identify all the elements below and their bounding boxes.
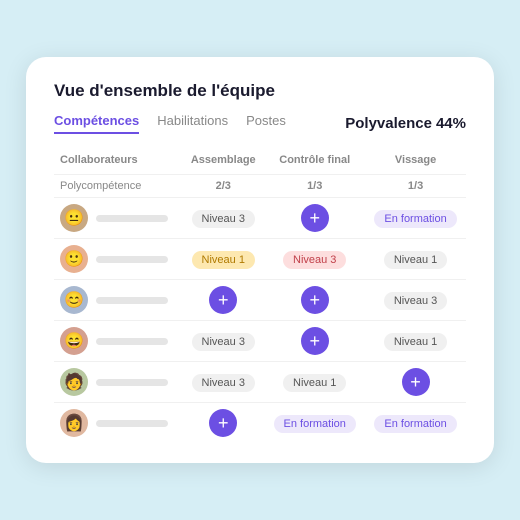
user-name-bar — [96, 297, 168, 304]
level-badge: Niveau 1 — [384, 251, 447, 269]
polycomp-row: Polycompétence 2/3 1/3 1/3 — [54, 175, 466, 198]
cell-r5-c0[interactable]: + — [182, 403, 264, 444]
user-info: 😄 — [60, 327, 176, 355]
level-badge: Niveau 1 — [283, 374, 346, 392]
tabs-container: Compétences Habilitations Postes — [54, 113, 286, 134]
col-controle-final: Contrôle final — [264, 150, 365, 175]
user-cell-4: 🧑 — [54, 362, 182, 403]
level-badge: Niveau 3 — [283, 251, 346, 269]
col-vissage: Vissage — [365, 150, 466, 175]
user-cell-3: 😄 — [54, 321, 182, 362]
cell-r1-c2: Niveau 1 — [365, 239, 466, 280]
add-level-button[interactable]: + — [402, 368, 430, 396]
user-info: 🧑 — [60, 368, 176, 396]
level-badge: Niveau 3 — [384, 292, 447, 310]
table-row: 🧑 Niveau 3 Niveau 1 + — [54, 362, 466, 403]
table-row: 👩 + En formation En formation — [54, 403, 466, 444]
cell-r2-c2: Niveau 3 — [365, 280, 466, 321]
cell-r0-c2: En formation — [365, 198, 466, 239]
col-collaborateurs: Collaborateurs — [54, 150, 182, 175]
user-cell-1: 🙂 — [54, 239, 182, 280]
level-badge: Niveau 3 — [192, 374, 255, 392]
tabs-row: Compétences Habilitations Postes Polyval… — [54, 113, 466, 134]
user-info: 😐 — [60, 204, 176, 232]
table-row: 😐 Niveau 3 + En formation — [54, 198, 466, 239]
level-badge: Niveau 3 — [192, 333, 255, 351]
avatar: 😐 — [60, 204, 88, 232]
polycomp-vissage: 1/3 — [365, 175, 466, 198]
avatar: 👩 — [60, 409, 88, 437]
polycomp-assemblage: 2/3 — [182, 175, 264, 198]
avatar: 🙂 — [60, 245, 88, 273]
polyvalence-label: Polyvalence — [345, 115, 432, 132]
add-level-button[interactable]: + — [209, 409, 237, 437]
add-level-button[interactable]: + — [301, 327, 329, 355]
table-row: 😄 Niveau 3 + Niveau 1 — [54, 321, 466, 362]
level-badge: Niveau 1 — [384, 333, 447, 351]
table-row: 😊 + + Niveau 3 — [54, 280, 466, 321]
user-info: 🙂 — [60, 245, 176, 273]
cell-r0-c1[interactable]: + — [264, 198, 365, 239]
add-level-button[interactable]: + — [301, 204, 329, 232]
user-name-bar — [96, 338, 168, 345]
user-cell-0: 😐 — [54, 198, 182, 239]
cell-r1-c1: Niveau 3 — [264, 239, 365, 280]
cell-r3-c0: Niveau 3 — [182, 321, 264, 362]
user-name-bar — [96, 256, 168, 263]
cell-r3-c1[interactable]: + — [264, 321, 365, 362]
user-cell-2: 😊 — [54, 280, 182, 321]
tab-habilitations[interactable]: Habilitations — [157, 113, 228, 134]
polyvalence-value: 44% — [436, 115, 466, 132]
cell-r4-c1: Niveau 1 — [264, 362, 365, 403]
avatar: 🧑 — [60, 368, 88, 396]
main-card: Vue d'ensemble de l'équipe Compétences H… — [26, 57, 494, 463]
user-info: 😊 — [60, 286, 176, 314]
table-row: 🙂 Niveau 1 Niveau 3 Niveau 1 — [54, 239, 466, 280]
user-name-bar — [96, 379, 168, 386]
cell-r5-c1: En formation — [264, 403, 365, 444]
card-title: Vue d'ensemble de l'équipe — [54, 81, 466, 101]
competences-table: Collaborateurs Assemblage Contrôle final… — [54, 150, 466, 443]
add-level-button[interactable]: + — [209, 286, 237, 314]
user-cell-5: 👩 — [54, 403, 182, 444]
cell-r4-c2[interactable]: + — [365, 362, 466, 403]
add-level-button[interactable]: + — [301, 286, 329, 314]
user-name-bar — [96, 215, 168, 222]
cell-r5-c2: En formation — [365, 403, 466, 444]
cell-r3-c2: Niveau 1 — [365, 321, 466, 362]
polycomp-controle: 1/3 — [264, 175, 365, 198]
cell-r0-c0: Niveau 3 — [182, 198, 264, 239]
level-badge: En formation — [274, 415, 356, 433]
level-badge: En formation — [374, 210, 456, 228]
cell-r1-c0: Niveau 1 — [182, 239, 264, 280]
cell-r4-c0: Niveau 3 — [182, 362, 264, 403]
avatar: 😊 — [60, 286, 88, 314]
level-badge: Niveau 3 — [192, 210, 255, 228]
level-badge: Niveau 1 — [192, 251, 255, 269]
table-header-row: Collaborateurs Assemblage Contrôle final… — [54, 150, 466, 175]
user-info: 👩 — [60, 409, 176, 437]
polyvalence-display: Polyvalence44% — [341, 115, 466, 132]
cell-r2-c1[interactable]: + — [264, 280, 365, 321]
polycomp-label: Polycompétence — [54, 175, 182, 198]
tab-postes[interactable]: Postes — [246, 113, 286, 134]
user-name-bar — [96, 420, 168, 427]
avatar: 😄 — [60, 327, 88, 355]
col-assemblage: Assemblage — [182, 150, 264, 175]
cell-r2-c0[interactable]: + — [182, 280, 264, 321]
tab-competences[interactable]: Compétences — [54, 113, 139, 134]
level-badge: En formation — [374, 415, 456, 433]
